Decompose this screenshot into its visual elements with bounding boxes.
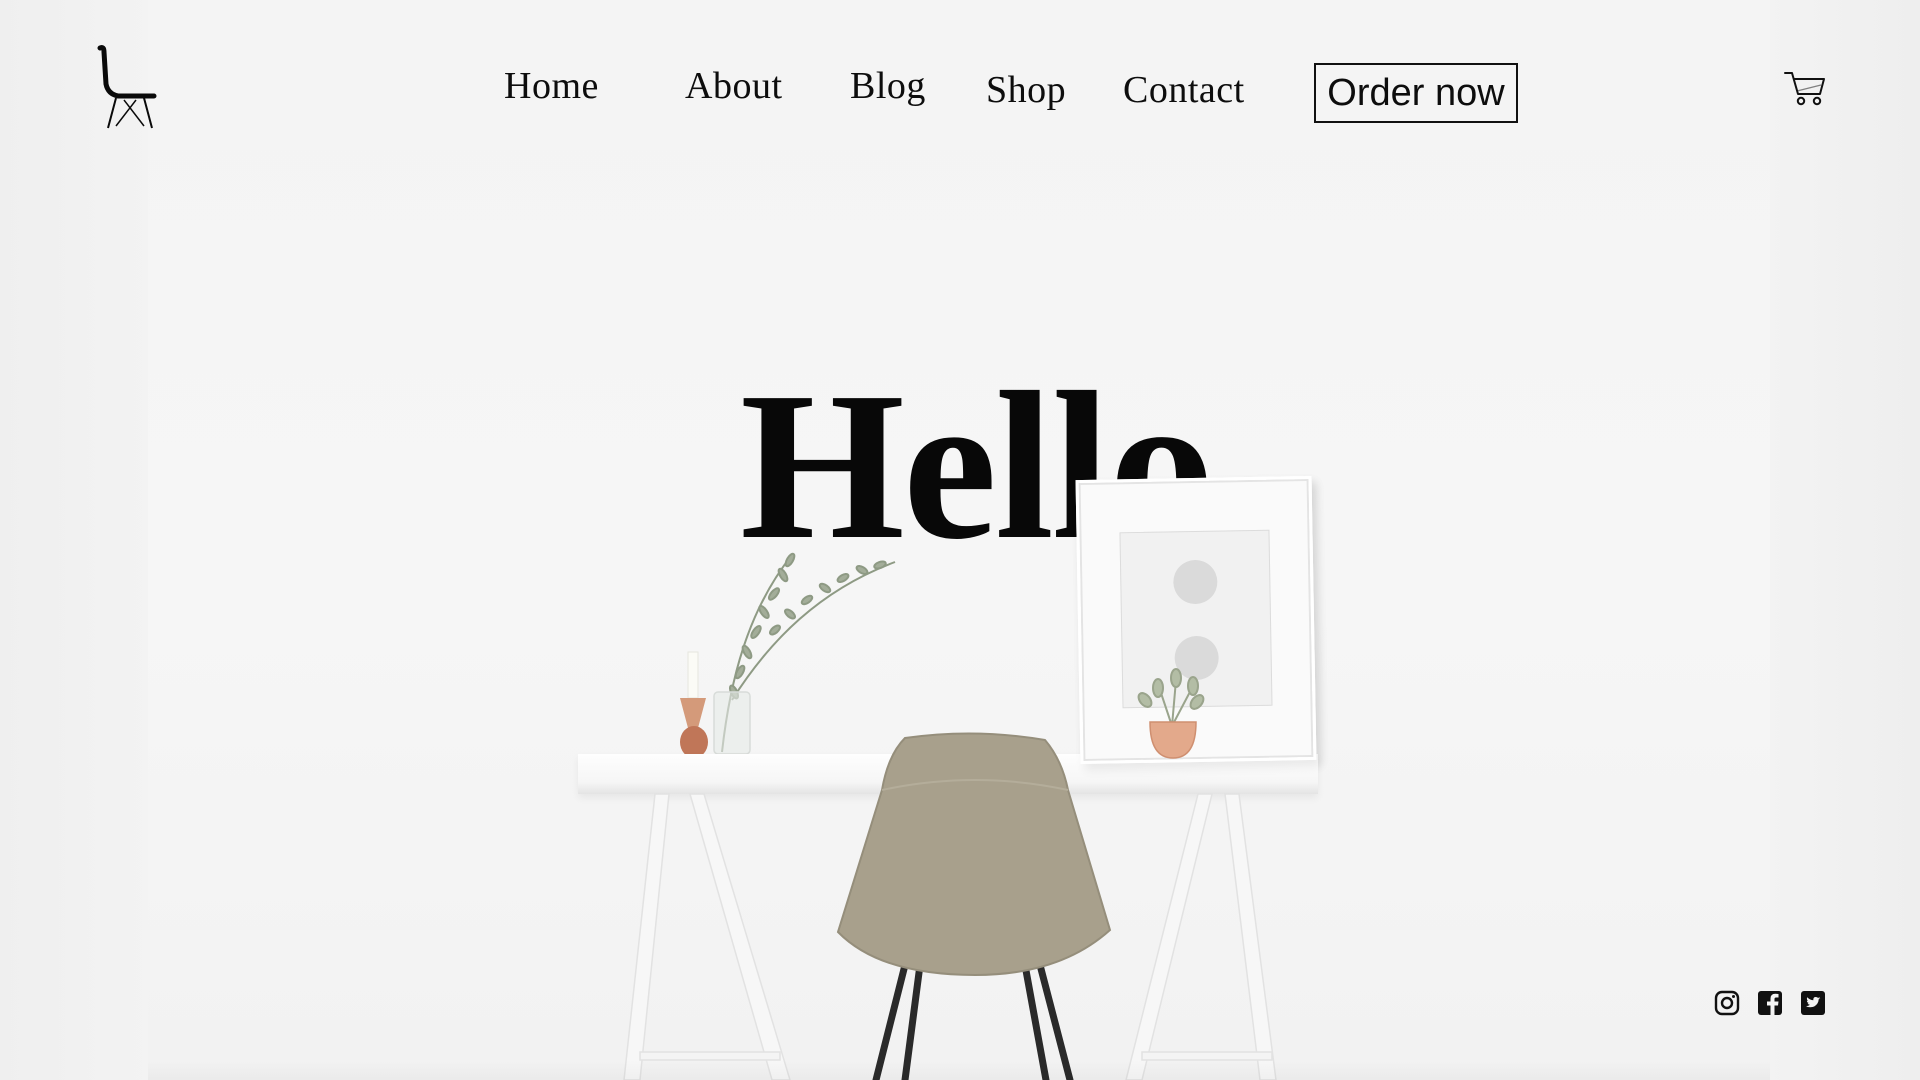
page: Hello Home About Blog Shop Contact Order… bbox=[0, 0, 1920, 1080]
picture-frame-front bbox=[1075, 475, 1317, 765]
nav-blog-link[interactable]: Blog bbox=[850, 64, 926, 108]
nav-home-link[interactable]: Home bbox=[504, 64, 599, 108]
nav-about-link[interactable]: About bbox=[685, 64, 783, 108]
floor-shadow bbox=[148, 1060, 1770, 1080]
nav-shop-link[interactable]: Shop bbox=[986, 68, 1066, 112]
main-nav: Home About Blog Shop Contact bbox=[0, 64, 1920, 124]
facebook-icon[interactable] bbox=[1757, 990, 1783, 1016]
art-circle bbox=[1172, 559, 1218, 605]
nav-contact-link[interactable]: Contact bbox=[1123, 68, 1245, 112]
chair-shell bbox=[836, 732, 1112, 977]
twitter-icon[interactable] bbox=[1800, 990, 1826, 1016]
order-now-button[interactable]: Order now bbox=[1314, 63, 1518, 123]
frame-art bbox=[1119, 529, 1273, 709]
shopping-cart-icon[interactable] bbox=[1784, 70, 1826, 108]
art-circle bbox=[1174, 635, 1220, 681]
instagram-icon[interactable] bbox=[1714, 990, 1740, 1016]
